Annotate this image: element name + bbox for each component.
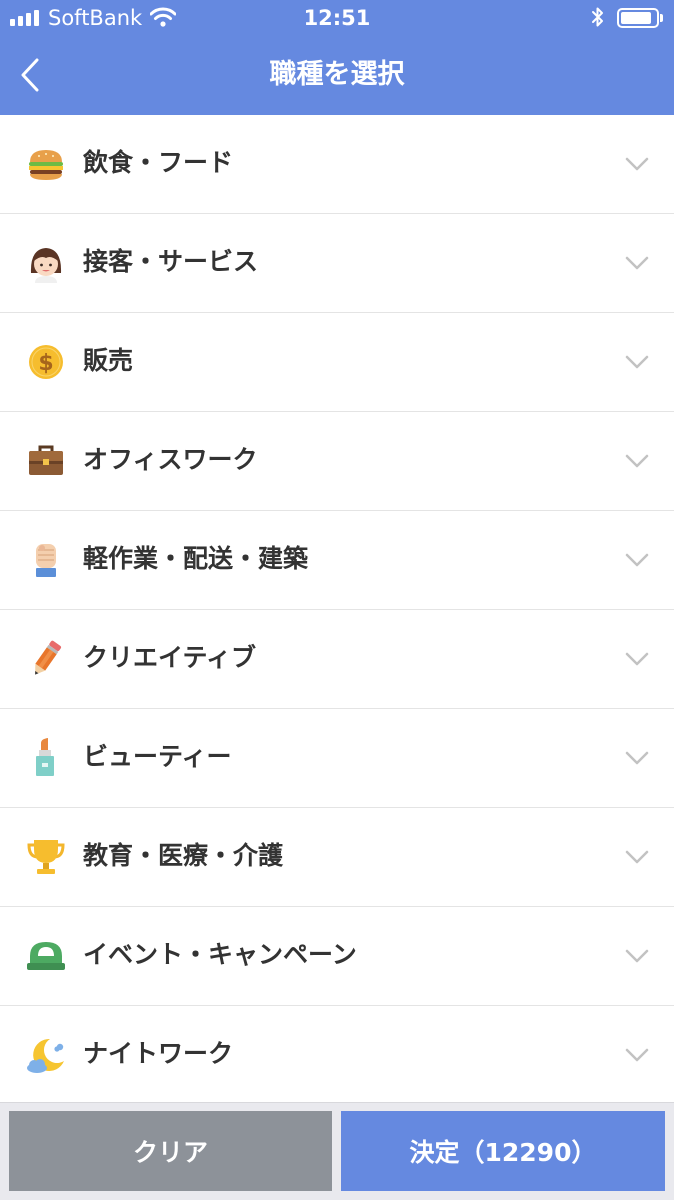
pencil-icon xyxy=(35,640,62,675)
category-label: クリエイティブ xyxy=(83,643,257,672)
category-row-food[interactable]: 飲食・フード xyxy=(0,115,674,214)
category-label: 接客・サービス xyxy=(83,247,259,276)
moon-icon xyxy=(27,1038,64,1073)
fist-icon xyxy=(36,544,56,577)
category-row-service[interactable]: 接客・サービス xyxy=(0,214,674,313)
category-row-event[interactable]: イベント・キャンペーン xyxy=(0,907,674,1006)
category-row-creative[interactable]: クリエイティブ xyxy=(0,610,674,709)
action-bar: クリア 決定（12290） xyxy=(0,1102,674,1200)
battery-tip xyxy=(660,14,663,22)
category-row-night-work[interactable]: ナイトワーク xyxy=(0,1006,674,1105)
category-label: ビューティー xyxy=(83,742,232,771)
cap-icon xyxy=(27,942,65,970)
clear-button[interactable]: クリア xyxy=(9,1111,332,1191)
lipstick-icon xyxy=(36,738,54,776)
header: SoftBank 12:51 職種を選択 xyxy=(0,0,674,115)
chevron-down-icon xyxy=(625,850,649,864)
status-bar: SoftBank 12:51 xyxy=(0,0,674,38)
category-row-education[interactable]: 教育・医療・介護 xyxy=(0,808,674,907)
woman-face-icon xyxy=(30,248,62,283)
trophy-icon xyxy=(27,840,65,874)
category-label: 飲食・フード xyxy=(83,148,234,177)
bluetooth-icon xyxy=(592,7,603,27)
back-button[interactable] xyxy=(10,52,50,98)
chevron-down-icon xyxy=(625,355,649,369)
category-row-light-work[interactable]: 軽作業・配送・建築 xyxy=(0,511,674,610)
dollar-coin-icon: $ xyxy=(29,345,63,379)
clock: 12:51 xyxy=(303,6,371,30)
category-row-beauty[interactable]: ビューティー xyxy=(0,709,674,808)
chevron-down-icon xyxy=(625,751,649,765)
chevron-down-icon xyxy=(625,157,649,171)
chevron-down-icon xyxy=(625,1048,649,1062)
chevron-down-icon xyxy=(625,949,649,963)
category-row-office[interactable]: オフィスワーク xyxy=(0,412,674,511)
category-label: 軽作業・配送・建築 xyxy=(83,544,309,573)
category-label: イベント・キャンペーン xyxy=(83,940,357,969)
job-category-screen: SoftBank 12:51 職種を選択 飲食・フード 接客・サービス $ 販売… xyxy=(0,0,674,1200)
svg-text:$: $ xyxy=(38,351,53,376)
chevron-down-icon xyxy=(625,652,649,666)
submit-button[interactable]: 決定（12290） xyxy=(341,1111,665,1191)
chevron-left-icon xyxy=(21,58,39,92)
hamburger-icon xyxy=(29,150,63,180)
category-list: 飲食・フード 接客・サービス $ 販売 オフィスワーク 軽作業・配送・建築 クリ… xyxy=(0,115,674,1105)
category-label: ナイトワーク xyxy=(83,1039,234,1068)
chevron-down-icon xyxy=(625,256,649,270)
briefcase-icon xyxy=(29,445,63,475)
page-title: 職種を選択 xyxy=(269,59,405,90)
category-label: 教育・医療・介護 xyxy=(83,841,284,870)
chevron-down-icon xyxy=(625,454,649,468)
category-label: 販売 xyxy=(83,346,134,375)
category-row-sales[interactable]: $ 販売 xyxy=(0,313,674,412)
battery-icon xyxy=(617,8,659,28)
chevron-down-icon xyxy=(625,553,649,567)
category-label: オフィスワーク xyxy=(83,445,258,474)
